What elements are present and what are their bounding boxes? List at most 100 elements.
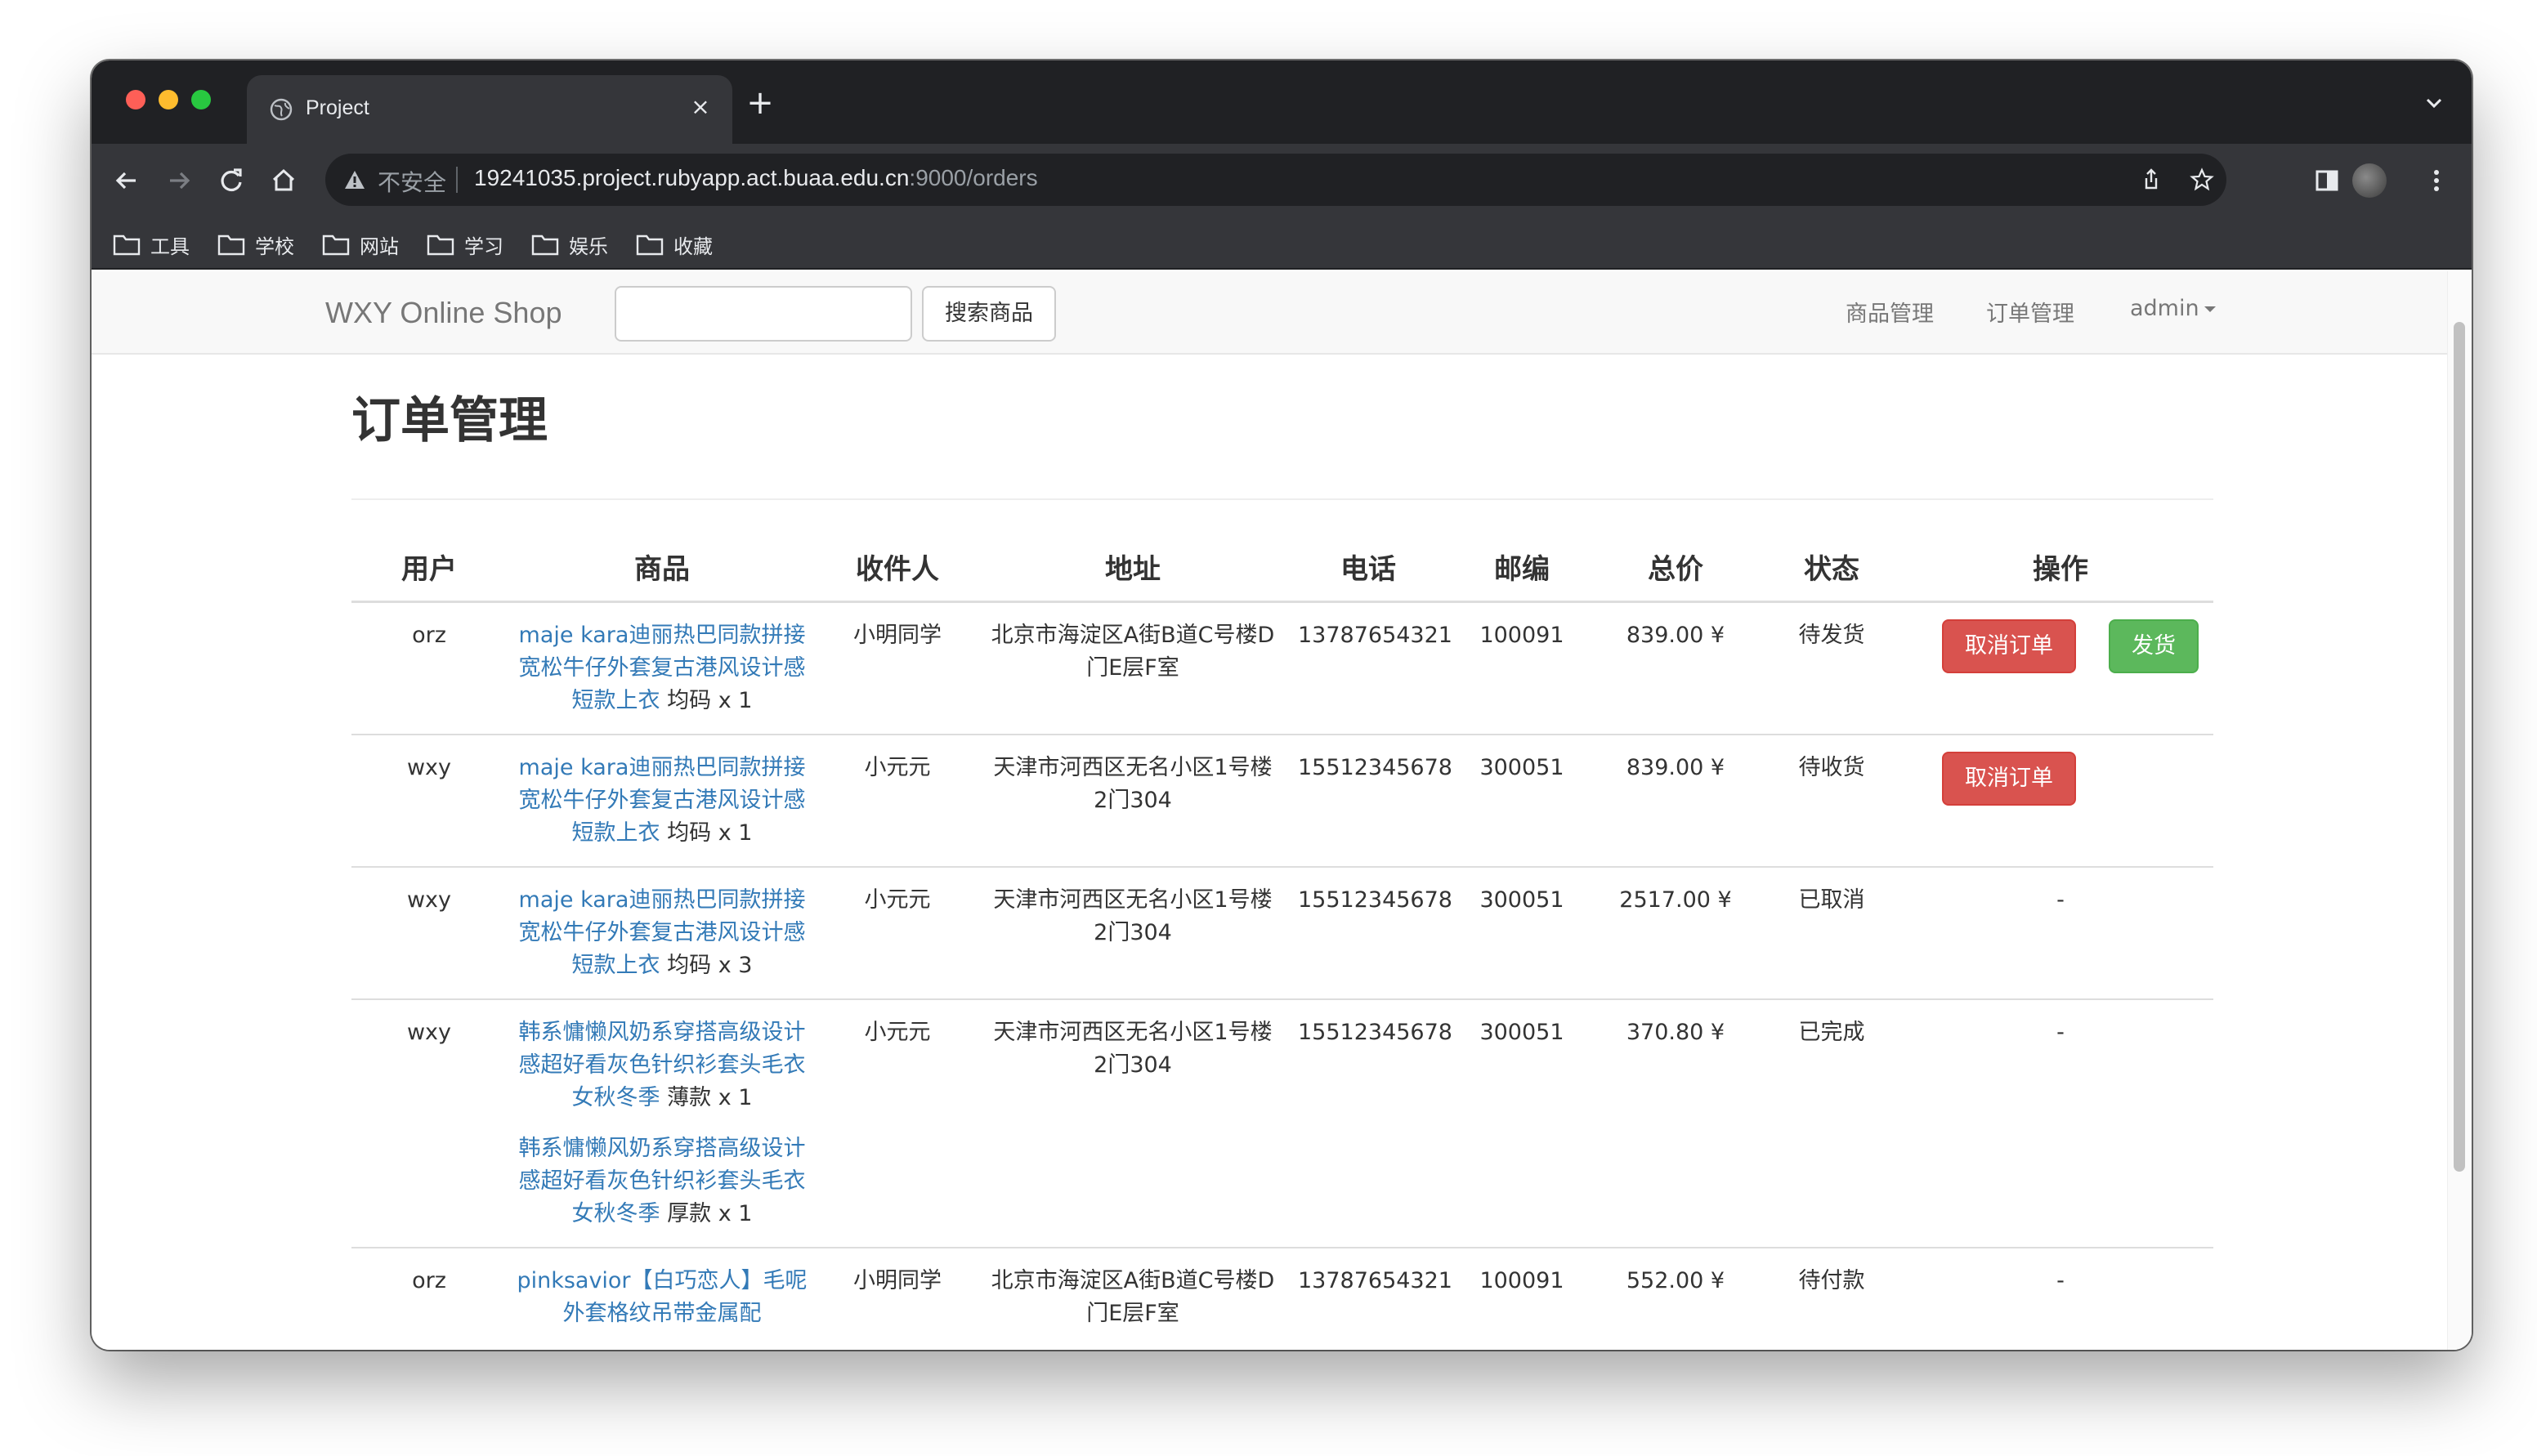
bookmark-folder[interactable]: 收藏	[636, 230, 713, 258]
product-detail: 均码 x 1	[660, 820, 753, 846]
user-menu-label: admin	[2130, 296, 2199, 321]
browser-toolbar: 不安全 19241035.project.rubyapp.act.buaa.ed…	[92, 144, 2472, 219]
order-recipient: 小明同学	[853, 622, 942, 648]
folder-icon	[113, 234, 141, 256]
more-menu-icon[interactable]	[2418, 162, 2455, 199]
nav-link-products[interactable]: 商品管理	[1846, 296, 1934, 328]
table-header-row: 用户 商品 收件人 地址 电话 邮编 总价 状态 操作	[351, 533, 2213, 603]
order-status: 已取消	[1756, 865, 1908, 999]
back-icon[interactable]	[108, 162, 145, 199]
order-address: 北京市海淀区A街B道C号楼D门E层F室	[991, 622, 1275, 681]
scrollbar-track[interactable]	[2447, 271, 2472, 1350]
address-bar[interactable]: 不安全 19241035.project.rubyapp.act.buaa.ed…	[325, 154, 2226, 206]
product-link[interactable]: pinksavior【白巧恋人】毛呢外套格纹吊带金属配	[517, 1268, 807, 1326]
folder-icon	[636, 234, 664, 256]
scrollbar-thumb[interactable]	[2454, 322, 2465, 1172]
close-window-button[interactable]	[126, 90, 145, 109]
order-user: orz	[351, 1246, 507, 1347]
bookmark-label: 收藏	[673, 235, 713, 258]
product-detail: 厚款 x 1	[660, 1200, 753, 1226]
bookmark-folder[interactable]: 工具	[113, 230, 190, 258]
home-icon[interactable]	[265, 162, 302, 199]
forward-icon[interactable]	[160, 162, 198, 199]
order-total: 839.00 ¥	[1626, 622, 1725, 648]
product-item: 韩系慵懒风奶系穿搭高级设计感超好看灰色针织衫套头毛衣女秋冬季 薄款 x 1	[517, 1016, 808, 1114]
user-menu-dropdown[interactable]: admin	[2130, 296, 2216, 321]
globe-icon	[270, 98, 293, 121]
order-recipient: 小元元	[817, 733, 978, 867]
column-header: 操作	[1908, 533, 2213, 603]
order-phone: 13787654321	[1288, 1246, 1452, 1347]
bookmark-folder[interactable]: 学习	[427, 230, 503, 258]
product-detail: 均码 x 1	[660, 687, 753, 713]
order-user: wxy	[351, 733, 507, 867]
profile-avatar[interactable]	[2352, 163, 2387, 198]
order-recipient: 小元元	[817, 865, 978, 999]
column-header: 电话	[1288, 533, 1448, 603]
table-row: wxy 韩系慵懒风奶系穿搭高级设计感超好看灰色针织衫套头毛衣女秋冬季 薄款 x …	[351, 998, 2213, 1248]
product-item: maje kara迪丽热巴同款拼接宽松牛仔外套复古港风设计感短款上衣 均码 x …	[517, 752, 808, 850]
maximize-window-button[interactable]	[191, 90, 211, 109]
column-header: 邮编	[1448, 533, 1595, 603]
minimize-window-button[interactable]	[159, 90, 178, 109]
order-phone: 13787654321	[1298, 622, 1452, 648]
order-user: orz	[412, 622, 446, 648]
bookmarks-bar: 工具 学校 网站 学习 娱乐 收藏	[92, 219, 2472, 270]
bookmark-label: 学校	[255, 235, 294, 258]
order-user: wxy	[351, 865, 507, 999]
bookmark-folder[interactable]: 娱乐	[531, 230, 608, 258]
site-brand[interactable]: WXY Online Shop	[325, 296, 562, 330]
order-total: 370.80 ¥	[1595, 998, 1756, 1248]
new-tab-icon[interactable]: +	[742, 85, 778, 121]
side-panel-icon[interactable]	[2308, 162, 2346, 199]
order-products: maje kara迪丽热巴同款拼接宽松牛仔外套复古港风设计感短款上衣 均码 x …	[507, 865, 817, 999]
order-phone: 15512345678	[1288, 733, 1452, 867]
star-icon[interactable]	[2189, 167, 2215, 193]
browser-tab[interactable]: Project ×	[247, 75, 732, 144]
folder-icon	[531, 234, 559, 256]
order-address: 天津市河西区无名小区1号楼2门304	[978, 733, 1288, 867]
column-header: 状态	[1756, 533, 1908, 603]
bookmark-label: 网站	[360, 235, 399, 258]
reload-icon[interactable]	[213, 162, 250, 199]
order-products: pinksavior【白巧恋人】毛呢外套格纹吊带金属配	[507, 1246, 817, 1347]
order-phone: 15512345678	[1288, 998, 1452, 1248]
title-divider	[351, 498, 2213, 500]
order-actions: 取消订单	[1908, 733, 2213, 867]
order-total: 839.00 ¥	[1595, 733, 1756, 867]
search-button[interactable]: 搜索商品	[922, 286, 1056, 342]
folder-icon	[322, 234, 350, 256]
search-input[interactable]	[615, 286, 912, 342]
order-total: 552.00 ¥	[1595, 1246, 1756, 1347]
ship-order-button[interactable]: 发货	[2109, 619, 2199, 673]
chevron-down-icon[interactable]	[2419, 88, 2449, 118]
page-viewport: WXY Online Shop 搜索商品 商品管理 订单管理 admin 订单管…	[92, 271, 2472, 1350]
order-products: maje kara迪丽热巴同款拼接宽松牛仔外套复古港风设计感短款上衣 均码 x …	[507, 601, 817, 735]
close-tab-icon[interactable]: ×	[687, 93, 714, 121]
bookmark-folder[interactable]: 学校	[217, 230, 294, 258]
order-products: maje kara迪丽热巴同款拼接宽松牛仔外套复古港风设计感短款上衣 均码 x …	[507, 733, 817, 867]
product-item: maje kara迪丽热巴同款拼接宽松牛仔外套复古港风设计感短款上衣 均码 x …	[517, 619, 808, 717]
bookmark-label: 学习	[464, 235, 503, 258]
orders-table: 用户 商品 收件人 地址 电话 邮编 总价 状态 操作 orz maje kar…	[351, 533, 2213, 1347]
order-actions: 取消订单 发货	[1908, 601, 2213, 735]
cancel-order-button[interactable]: 取消订单	[1942, 619, 2076, 673]
column-header: 总价	[1595, 533, 1756, 603]
table-row: orz maje kara迪丽热巴同款拼接宽松牛仔外套复古港风设计感短款上衣 均…	[351, 601, 2213, 735]
table-row: orz pinksavior【白巧恋人】毛呢外套格纹吊带金属配 小明同学 北京市…	[351, 1246, 2213, 1347]
order-address: 北京市海淀区A街B道C号楼D门E层F室	[978, 1246, 1288, 1347]
order-recipient: 小元元	[817, 998, 978, 1248]
cancel-order-button[interactable]: 取消订单	[1942, 751, 2076, 806]
nav-link-orders[interactable]: 订单管理	[1986, 296, 2074, 328]
warning-icon[interactable]	[343, 168, 366, 191]
bookmark-label: 工具	[150, 235, 190, 258]
order-total: 2517.00 ¥	[1595, 865, 1756, 999]
product-detail: 均码 x 3	[660, 952, 753, 978]
url-text[interactable]: 19241035.project.rubyapp.act.buaa.edu.cn…	[474, 165, 1038, 191]
order-zip: 300051	[1448, 733, 1595, 867]
share-icon[interactable]	[2138, 167, 2164, 193]
url-path: :9000/orders	[909, 165, 1038, 190]
bookmark-folder[interactable]: 网站	[322, 230, 399, 258]
folder-icon	[217, 234, 245, 256]
folder-icon	[427, 234, 454, 256]
